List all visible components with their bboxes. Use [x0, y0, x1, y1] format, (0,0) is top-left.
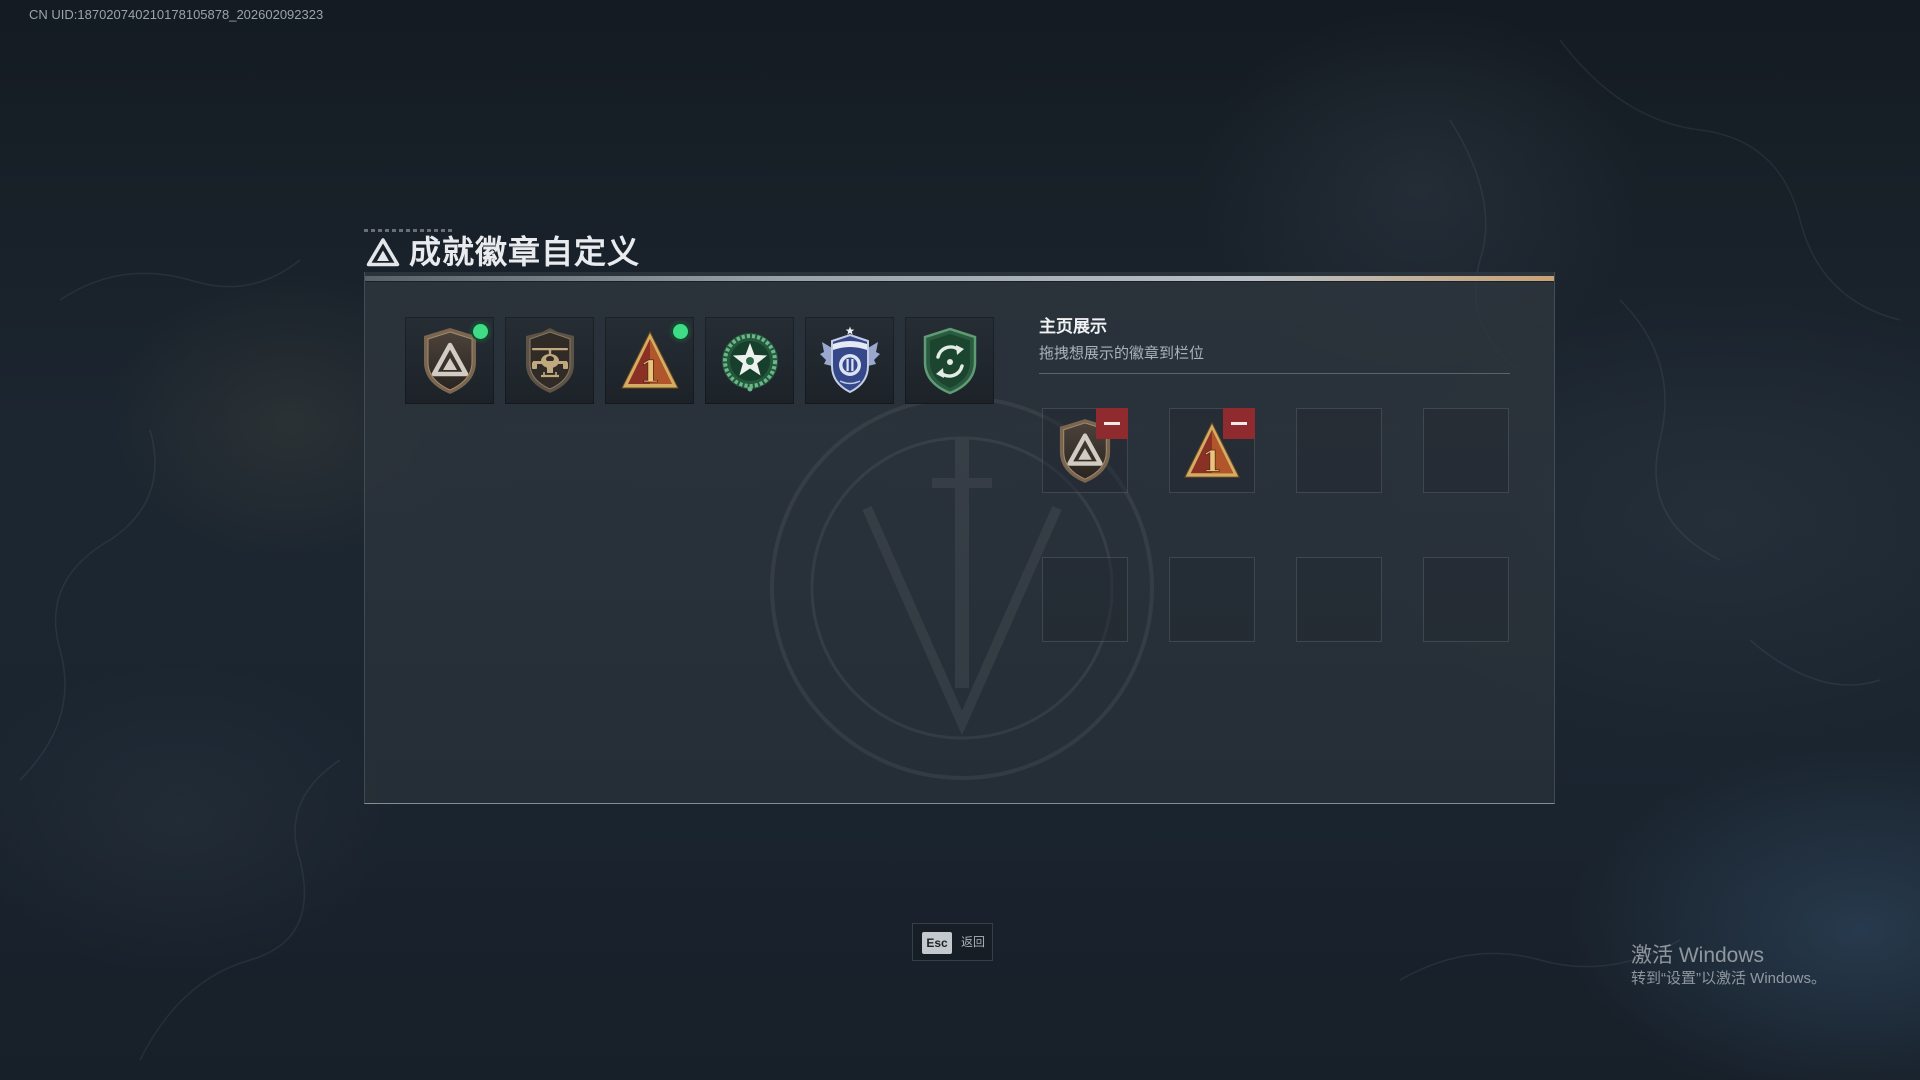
showcase-divider [1039, 373, 1510, 374]
badge-emblem-text: 1 [1202, 444, 1222, 478]
badge-tile[interactable] [405, 317, 494, 404]
showcase-slot-empty[interactable] [1042, 557, 1128, 642]
showcase-slot-empty[interactable] [1423, 557, 1509, 642]
badge-emblem-text: 1 [639, 355, 660, 390]
badge-tile[interactable] [505, 317, 594, 404]
badge-tile[interactable]: 1 [605, 317, 694, 404]
player-uid-label: CN UID:187020740210178105878_20260209232… [29, 7, 324, 22]
showcase-slot-empty[interactable] [1296, 557, 1382, 642]
owned-badge-list: 1 [405, 317, 994, 404]
showcase-title: 主页展示 [1039, 317, 1107, 336]
badge-tile[interactable] [905, 317, 994, 404]
homepage-showcase: 主页展示 拖拽想展示的徽章到栏位 1 [1039, 316, 1519, 766]
showcase-slot-empty[interactable] [1169, 557, 1255, 642]
minus-icon [1104, 422, 1120, 425]
rank-one-triangle-badge-icon: 1 [620, 330, 679, 390]
showcase-slot-empty[interactable] [1296, 408, 1382, 493]
back-button[interactable]: Esc 返回 [912, 923, 993, 961]
new-indicator-dot [673, 324, 688, 339]
game-logo-icon [366, 238, 400, 267]
esc-key-hint: Esc [922, 932, 952, 954]
green-star-wreath-badge-icon [721, 332, 778, 391]
badge-tile[interactable] [705, 317, 794, 404]
new-indicator-dot [473, 324, 488, 339]
back-label: 返回 [961, 935, 986, 949]
remove-badge-button[interactable] [1096, 408, 1128, 439]
panel-top-bar [365, 276, 1554, 281]
showcase-slot-filled[interactable]: 1 [1169, 408, 1255, 493]
windows-activation-hint: 转到“设置”以激活 Windows。 [1631, 970, 1827, 987]
page-title: 成就徽章自定义 [409, 234, 641, 270]
remove-badge-button[interactable] [1223, 408, 1255, 439]
helicopter-shield-badge-icon [525, 327, 574, 393]
badge-tile[interactable] [805, 317, 894, 404]
green-arrows-shield-badge-icon [923, 327, 976, 394]
windows-activation-title: 激活 Windows [1631, 944, 1765, 967]
minus-icon [1231, 422, 1247, 425]
shield-triangle-badge-icon [423, 327, 476, 394]
badge-customize-panel: 1 主页展示 拖拽想展示的徽章到栏位 1 [364, 272, 1555, 804]
blue-winged-shield-badge-icon [819, 326, 880, 393]
showcase-slot-filled[interactable] [1042, 408, 1128, 493]
showcase-subtitle: 拖拽想展示的徽章到栏位 [1039, 345, 1205, 362]
showcase-slot-empty[interactable] [1423, 408, 1509, 493]
showcase-slot-grid: 1 [1042, 408, 1509, 642]
